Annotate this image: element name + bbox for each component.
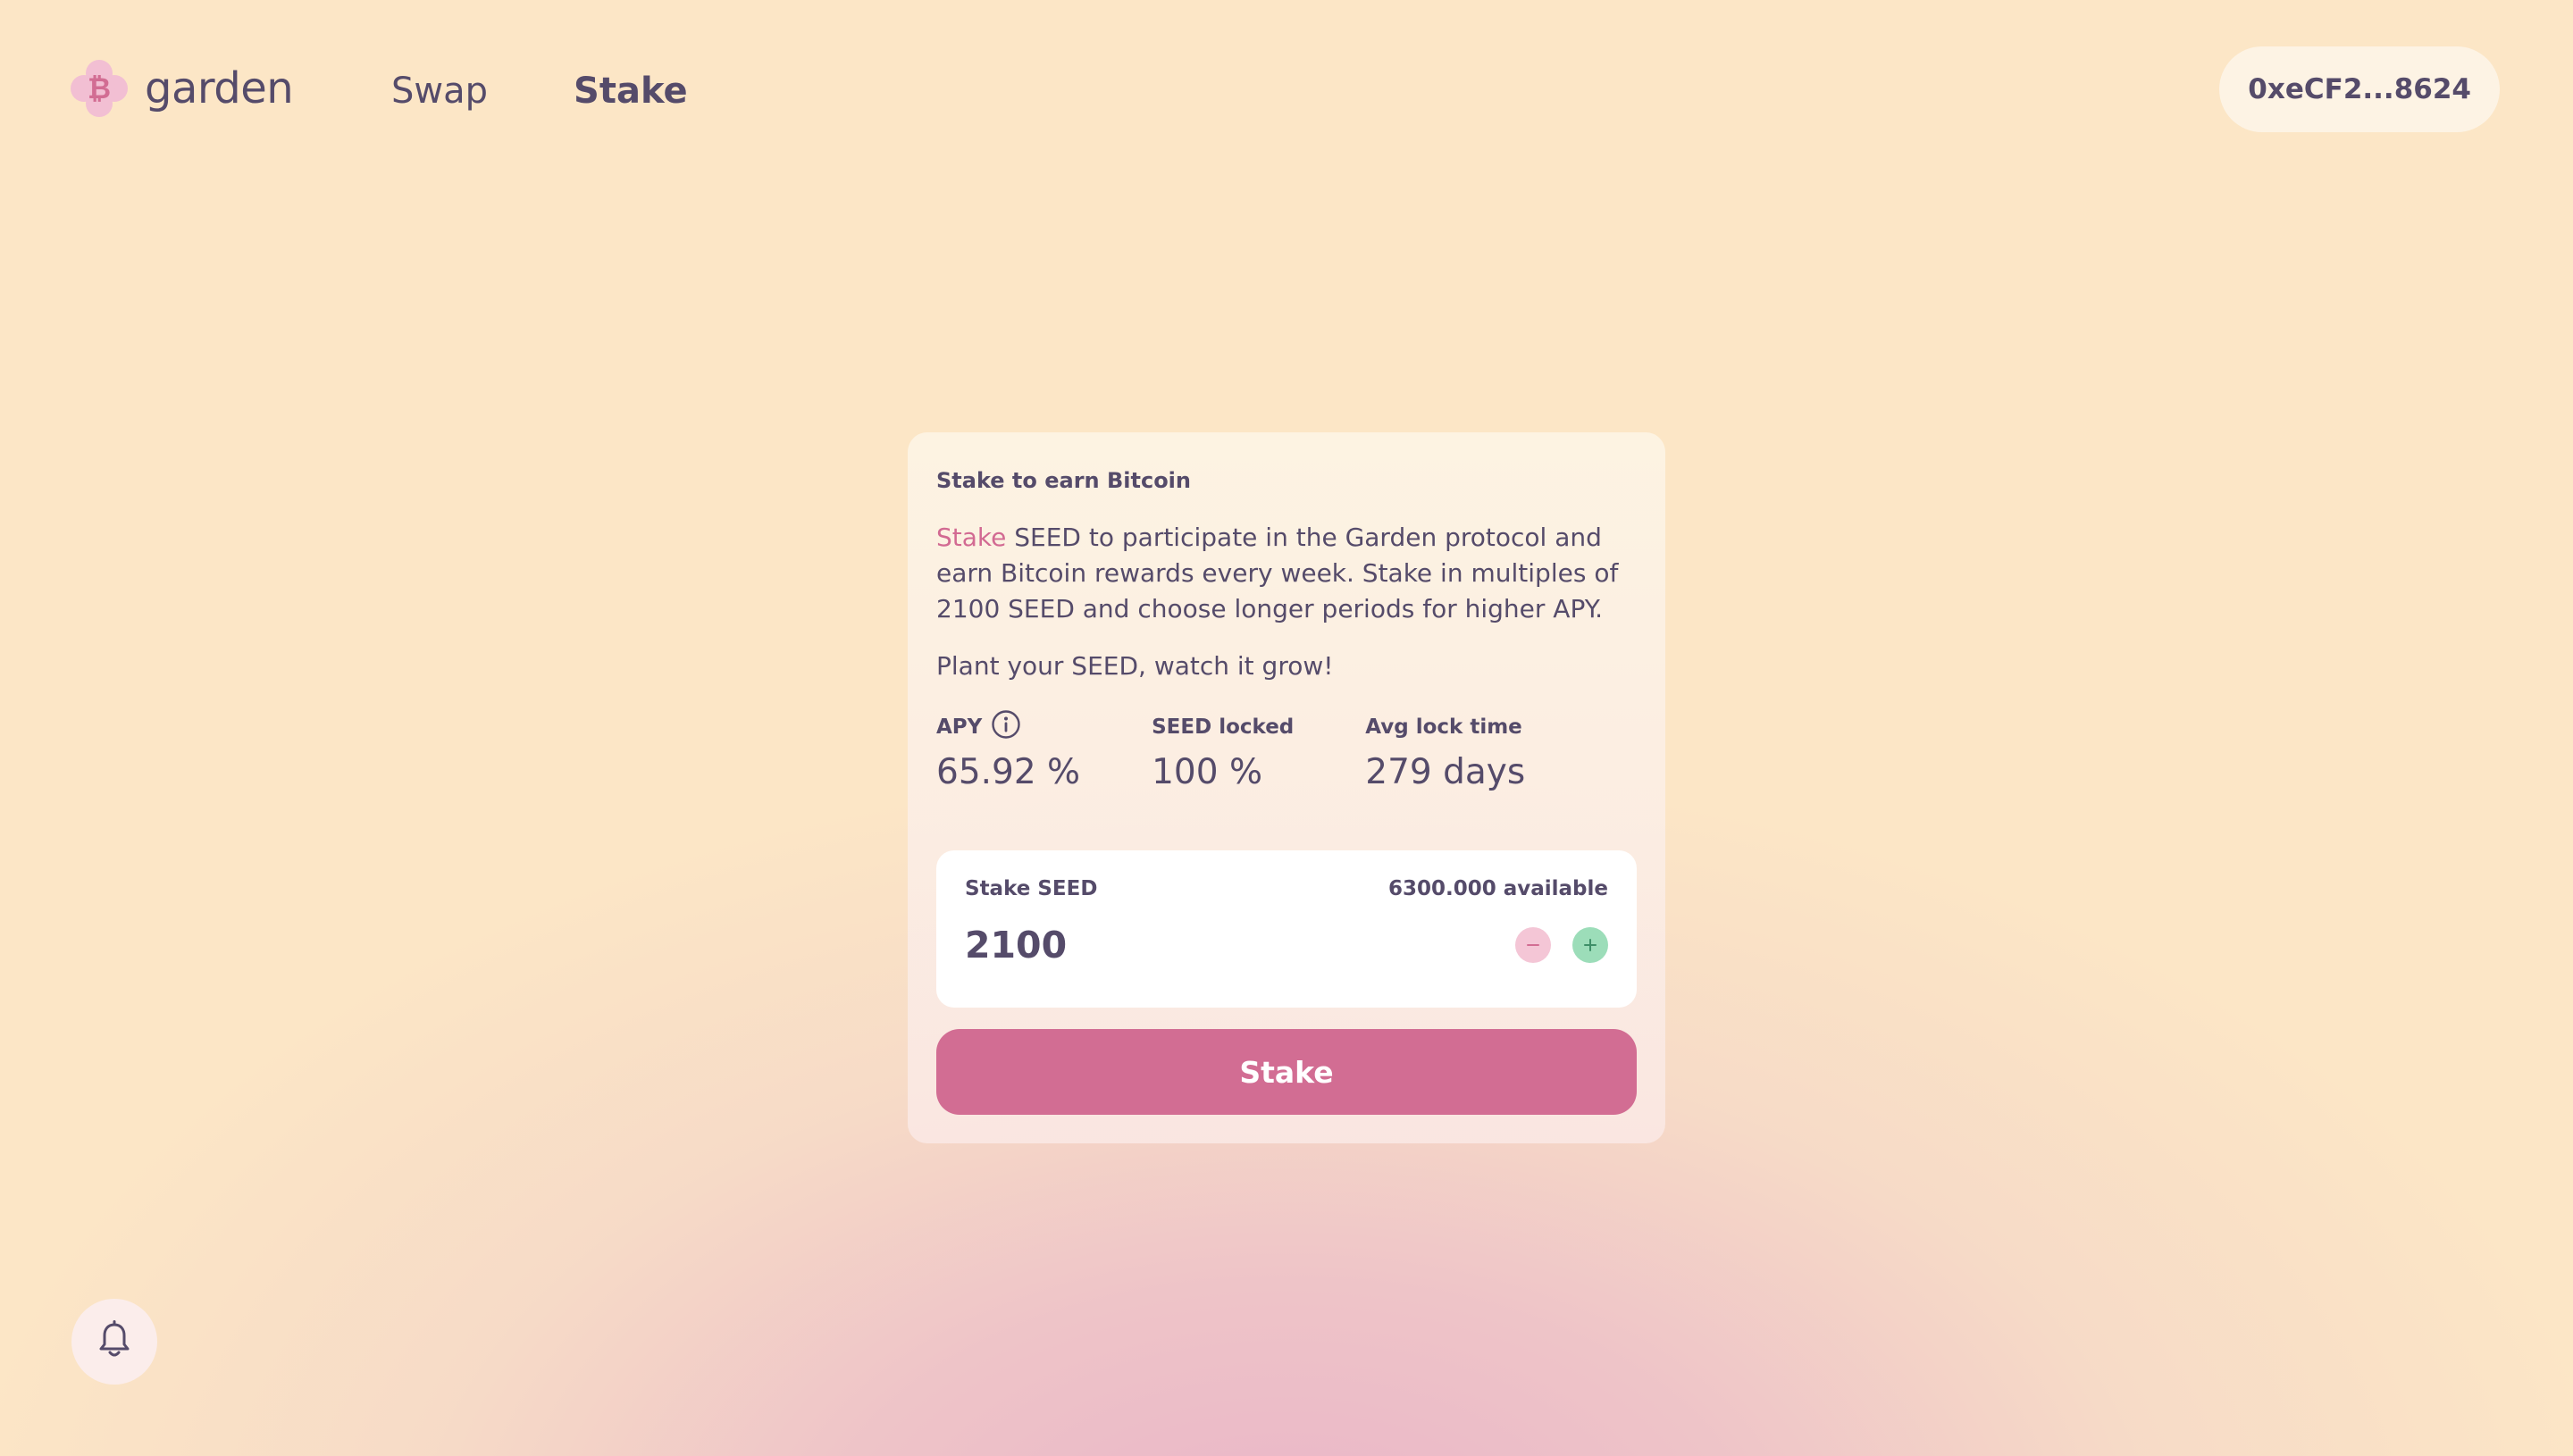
stat-avg-lock-time: Avg lock time 279 days xyxy=(1365,711,1525,792)
logo[interactable]: ₿ garden xyxy=(70,59,294,118)
wallet-address: 0xeCF2...8624 xyxy=(2248,73,2471,105)
stake-amount[interactable]: 2100 xyxy=(965,924,1067,966)
minus-icon[interactable] xyxy=(1515,927,1551,963)
nav-stake[interactable]: Stake xyxy=(574,64,688,118)
stat-seed-locked: SEED locked 100 % xyxy=(1152,711,1294,792)
card-tagline: Plant your SEED, watch it grow! xyxy=(936,651,1334,681)
wallet-address-button[interactable]: 0xeCF2...8624 xyxy=(2219,46,2500,132)
stat-avg-lock-time-value: 279 days xyxy=(1365,752,1526,792)
bell-icon xyxy=(96,1320,132,1363)
card-description: Stake SEED to participate in the Garden … xyxy=(936,520,1637,627)
card-title: Stake to earn Bitcoin xyxy=(936,468,1191,493)
plus-icon[interactable] xyxy=(1572,927,1608,963)
stake-link[interactable]: Stake xyxy=(936,523,1006,552)
logo-text: garden xyxy=(145,63,294,113)
description-text: SEED to participate in the Garden protoc… xyxy=(936,523,1619,623)
bitcoin-flower-icon: ₿ xyxy=(70,59,129,118)
stat-seed-locked-label: SEED locked xyxy=(1152,715,1295,739)
available-balance: 6300.000 available xyxy=(1387,877,1608,900)
stat-apy-value: 65.92 % xyxy=(936,752,1081,792)
stake-button[interactable]: Stake xyxy=(936,1029,1637,1115)
notifications-button[interactable] xyxy=(71,1299,157,1385)
stat-avg-lock-time-label: Avg lock time xyxy=(1365,715,1522,739)
stat-seed-locked-value: 100 % xyxy=(1152,752,1263,792)
stake-card: Stake to earn Bitcoin Stake SEED to part… xyxy=(908,432,1665,1143)
stake-input-label: Stake SEED xyxy=(965,877,1098,900)
stake-input-box[interactable]: Stake SEED 6300.000 available 2100 xyxy=(936,850,1637,1008)
amount-stepper xyxy=(1515,927,1608,963)
stats-row: APY 65.92 % SEED locked 100 % Avg lock t… xyxy=(936,709,1637,792)
stat-apy-label: APY xyxy=(936,715,983,739)
svg-text:₿: ₿ xyxy=(88,71,111,105)
nav-swap[interactable]: Swap xyxy=(391,64,488,118)
info-icon[interactable] xyxy=(991,709,1021,745)
stat-apy: APY 65.92 % xyxy=(936,709,1081,792)
main-nav: Swap Stake xyxy=(391,64,688,118)
stake-button-label: Stake xyxy=(1239,1054,1334,1090)
